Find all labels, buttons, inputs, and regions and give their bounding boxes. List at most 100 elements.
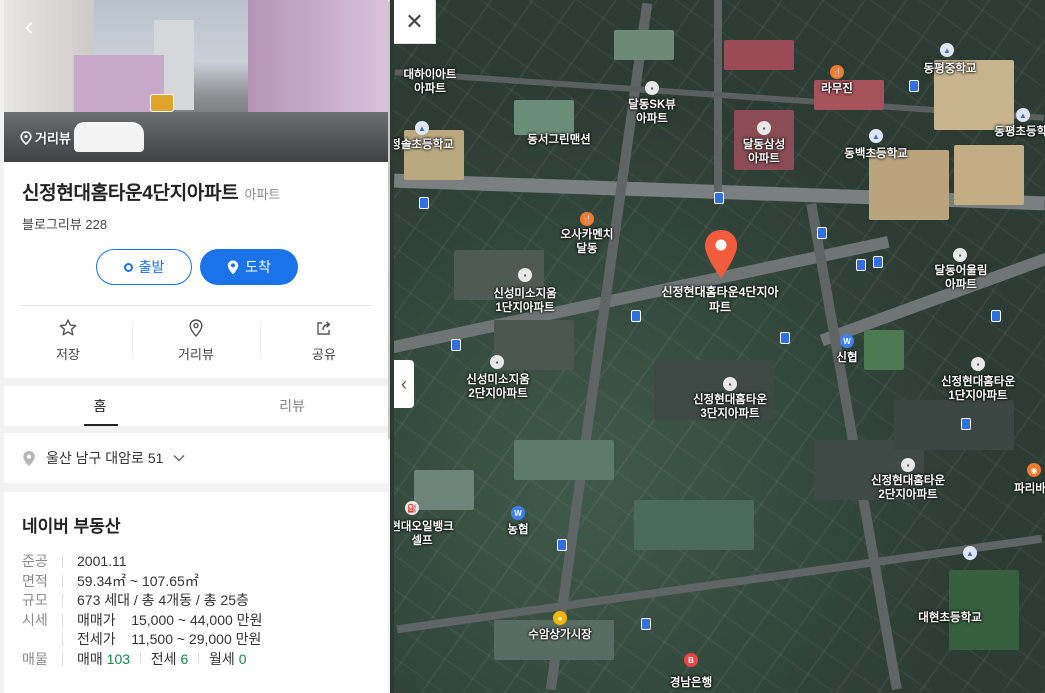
real-estate-section: 네이버 부동산 준공 2001.11 면적 59.34㎡ ~ 107.65㎡ 규… bbox=[4, 492, 388, 693]
info-row: 전세가 11,500 ~ 29,000 만원 bbox=[22, 630, 262, 650]
monthly-count: 0 bbox=[238, 650, 247, 667]
save-button[interactable]: 저장 bbox=[4, 312, 132, 368]
save-label: 저장 bbox=[56, 346, 80, 362]
info-row: 규모 673 세대 / 총 4개동 / 총 25층 bbox=[22, 591, 262, 611]
apartment-icon[interactable]: ▪ bbox=[757, 121, 771, 135]
selected-place-label[interactable]: 신정현대홈타운4단지아 파트 bbox=[661, 285, 778, 315]
map-label[interactable]: 동평중학교 bbox=[924, 62, 977, 76]
apartment-icon[interactable]: ▪ bbox=[901, 458, 915, 472]
bus-stop-icon[interactable] bbox=[780, 332, 790, 344]
info-key: 준공 bbox=[22, 553, 48, 569]
jeonse-count: 6 bbox=[180, 650, 189, 667]
map-pin-outline-icon bbox=[20, 130, 32, 145]
map-label[interactable]: 달동SK뷰 아파트 bbox=[628, 98, 676, 126]
bus-stop-icon[interactable] bbox=[451, 339, 461, 351]
map-label[interactable]: 신정현대홈타운 3단지아파트 bbox=[693, 393, 767, 421]
location-icon bbox=[23, 450, 35, 466]
panel-scrollbar[interactable] bbox=[388, 0, 390, 440]
bank-icon[interactable]: W bbox=[840, 334, 854, 348]
map-label[interactable]: 오사카멘치 달동 bbox=[561, 228, 614, 256]
tab-bar: 홈 리뷰 bbox=[4, 386, 388, 426]
bus-stop-icon[interactable] bbox=[817, 227, 827, 239]
satellite-map[interactable]: 대하이아트 아파트 ▪ 달동SK뷰 아파트 동서그린맨션 ▪ 달동삼성 아파트 … bbox=[394, 0, 1045, 693]
bus-stop-icon[interactable] bbox=[873, 256, 883, 268]
apartment-icon[interactable]: ▪ bbox=[971, 357, 985, 371]
bus-stop-icon[interactable] bbox=[714, 192, 724, 204]
bus-stop-icon[interactable] bbox=[991, 310, 1001, 322]
info-key: 매물 bbox=[22, 650, 48, 667]
gas-station-icon[interactable]: ⛽ bbox=[405, 501, 419, 515]
share-button[interactable]: 공유 bbox=[260, 312, 388, 368]
info-key: 시세 bbox=[22, 611, 48, 628]
school-icon[interactable]: ▲ bbox=[963, 546, 977, 560]
depart-button[interactable]: 출발 bbox=[96, 249, 192, 285]
bus-stop-icon[interactable] bbox=[909, 80, 919, 92]
bank-icon[interactable]: B bbox=[684, 653, 698, 667]
bus-stop-icon[interactable] bbox=[631, 310, 641, 322]
close-button[interactable]: ✕ bbox=[394, 0, 436, 44]
map-label[interactable]: 신협 bbox=[836, 351, 857, 365]
info-value: 2001.11 bbox=[77, 553, 127, 569]
bus-stop-icon[interactable] bbox=[856, 259, 866, 271]
streetview-label: 거리뷰 bbox=[35, 131, 71, 146]
blog-review-count[interactable]: 블로그리뷰 228 bbox=[22, 214, 107, 233]
map-label[interactable]: 신성미소지움 1단지아파트 bbox=[493, 287, 556, 315]
streetview-button[interactable]: 거리뷰 bbox=[132, 312, 260, 368]
map-label[interactable]: 신정현대홈타운 2단지아파트 bbox=[871, 474, 945, 502]
map-label[interactable]: 대하이아트 아파트 bbox=[404, 68, 457, 96]
bus-stop-icon[interactable] bbox=[641, 618, 651, 630]
map-label[interactable]: 동백초등학교 bbox=[844, 147, 907, 161]
bakery-icon[interactable]: ◉ bbox=[1027, 463, 1041, 477]
bus-stop-icon[interactable] bbox=[961, 418, 971, 430]
map-label[interactable]: 동평초등학교 bbox=[994, 125, 1045, 139]
map-label[interactable]: 대현초등학교 bbox=[918, 611, 981, 625]
info-value: 673 세대 / 총 4개동 / 총 25층 bbox=[77, 592, 249, 608]
restaurant-icon[interactable]: 🍴 bbox=[580, 212, 594, 226]
bus-stop-icon[interactable] bbox=[557, 539, 567, 551]
collapse-panel-button[interactable]: ‹ bbox=[394, 360, 414, 408]
school-icon[interactable]: ▲ bbox=[415, 121, 429, 135]
selected-place-pin-icon[interactable] bbox=[702, 228, 740, 280]
map-label[interactable]: 현대오일뱅크 셀프 bbox=[394, 520, 454, 548]
info-row: 면적 59.34㎡ ~ 107.65㎡ bbox=[22, 572, 262, 592]
info-key bbox=[22, 630, 62, 650]
street-photo[interactable]: ‹ 거리뷰 bbox=[4, 0, 388, 162]
arrive-button[interactable]: 도착 bbox=[200, 249, 298, 285]
map-label[interactable]: 수암상가시장 bbox=[528, 628, 591, 642]
apartment-icon[interactable]: ▪ bbox=[490, 355, 504, 369]
school-icon[interactable]: ▲ bbox=[1016, 108, 1030, 122]
star-icon bbox=[59, 318, 77, 335]
tab-review[interactable]: 리뷰 bbox=[196, 386, 388, 426]
streetview-tag[interactable]: 거리뷰 bbox=[20, 128, 71, 147]
listing-row[interactable]: 매물 매매 103 전세 6 월세 0 bbox=[22, 650, 262, 670]
share-icon bbox=[317, 320, 331, 335]
map-label[interactable]: 신정현대홈타운 1단지아파트 bbox=[941, 375, 1015, 403]
real-estate-title: 네이버 부동산 bbox=[22, 517, 121, 536]
map-label[interactable]: 달동어울림 아파트 bbox=[935, 264, 988, 292]
apartment-icon[interactable]: ▪ bbox=[518, 268, 532, 282]
apartment-icon[interactable]: ▪ bbox=[953, 248, 967, 262]
apartment-icon[interactable]: ▪ bbox=[645, 81, 659, 95]
map-label[interactable]: 정솔초등학교 bbox=[394, 138, 454, 152]
map-label[interactable]: 신성미소지움 2단지아파트 bbox=[466, 373, 529, 401]
school-icon[interactable]: ▲ bbox=[940, 43, 954, 57]
map-label[interactable]: 라무진 bbox=[821, 82, 853, 96]
bus-stop-icon[interactable] bbox=[419, 197, 429, 209]
chevron-down-icon[interactable] bbox=[173, 454, 185, 462]
map-label[interactable]: 경남은행 bbox=[670, 676, 712, 690]
apartment-icon[interactable]: ▪ bbox=[723, 377, 737, 391]
address-row[interactable]: 울산 남구 대암로 51 bbox=[4, 433, 388, 483]
map-label[interactable]: 달동삼성 아파트 bbox=[743, 138, 785, 166]
school-icon[interactable]: ▲ bbox=[869, 129, 883, 143]
market-icon[interactable]: ● bbox=[553, 611, 567, 625]
bank-icon[interactable]: W bbox=[511, 506, 525, 520]
depart-label: 출발 bbox=[138, 259, 165, 275]
map-label[interactable]: 파리바 bbox=[1014, 482, 1045, 496]
tab-home[interactable]: 홈 bbox=[4, 386, 196, 426]
map-label[interactable]: 동서그린맨션 bbox=[527, 133, 590, 147]
back-button[interactable]: ‹ bbox=[14, 12, 44, 42]
map-label[interactable]: 농협 bbox=[507, 523, 528, 537]
map-pin-icon bbox=[227, 260, 239, 274]
restaurant-icon[interactable]: 🍴 bbox=[830, 65, 844, 79]
info-value: 59.34㎡ ~ 107.65㎡ bbox=[77, 572, 199, 589]
